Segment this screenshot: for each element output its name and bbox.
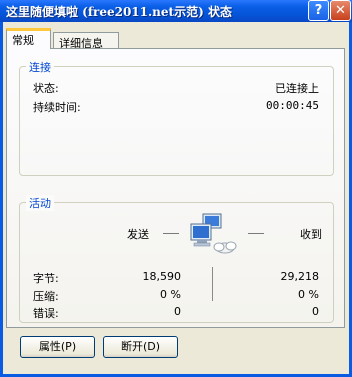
errors-sent: 0 [174,305,181,318]
title-bar[interactable]: 这里随便填啦 (free2011.net示范) 状态 ? ✕ [0,0,352,22]
connection-group-title: 连接 [26,59,54,75]
status-label: 状态: [33,82,59,95]
bytes-label: 字节: [33,272,59,285]
compression-label: 压缩: [33,290,59,303]
activity-group-title: 活动 [26,195,54,211]
sent-dash [163,233,179,234]
activity-divider [212,267,213,301]
tab-general[interactable]: 常规 [6,28,51,49]
sent-label: 发送 [127,228,149,241]
close-button[interactable]: ✕ [330,0,351,21]
errors-label: 错误: [33,307,59,320]
duration-value: 00:00:45 [266,99,319,112]
received-dash [248,233,264,234]
status-dialog: 这里随便填啦 (free2011.net示范) 状态 ? ✕ 常规 详细信息 连… [0,0,352,377]
duration-label: 持续时间: [33,101,81,114]
compression-received: 0 % [298,288,319,301]
received-label: 收到 [300,228,322,241]
window-title: 这里随便填啦 (free2011.net示范) 状态 [6,5,232,19]
properties-button[interactable]: 属性(P) [20,336,95,358]
bytes-received: 29,218 [280,270,320,283]
disconnect-button[interactable]: 断开(D) [103,336,178,358]
errors-received: 0 [312,305,319,318]
help-button[interactable]: ? [308,0,329,21]
status-value: 已连接上 [275,82,319,95]
connection-group: 连接 状态: 已连接上 持续时间: 00:00:45 [19,59,334,176]
network-computers-icon [185,212,241,256]
bytes-sent: 18,590 [142,270,182,283]
tab-panel: 连接 状态: 已连接上 持续时间: 00:00:45 活动 发送 收到 字节: … [6,48,345,328]
activity-group: 活动 发送 收到 字节: 18,590 29,218 压缩: 0 % 0 % 错… [19,195,334,323]
compression-sent: 0 % [160,288,181,301]
